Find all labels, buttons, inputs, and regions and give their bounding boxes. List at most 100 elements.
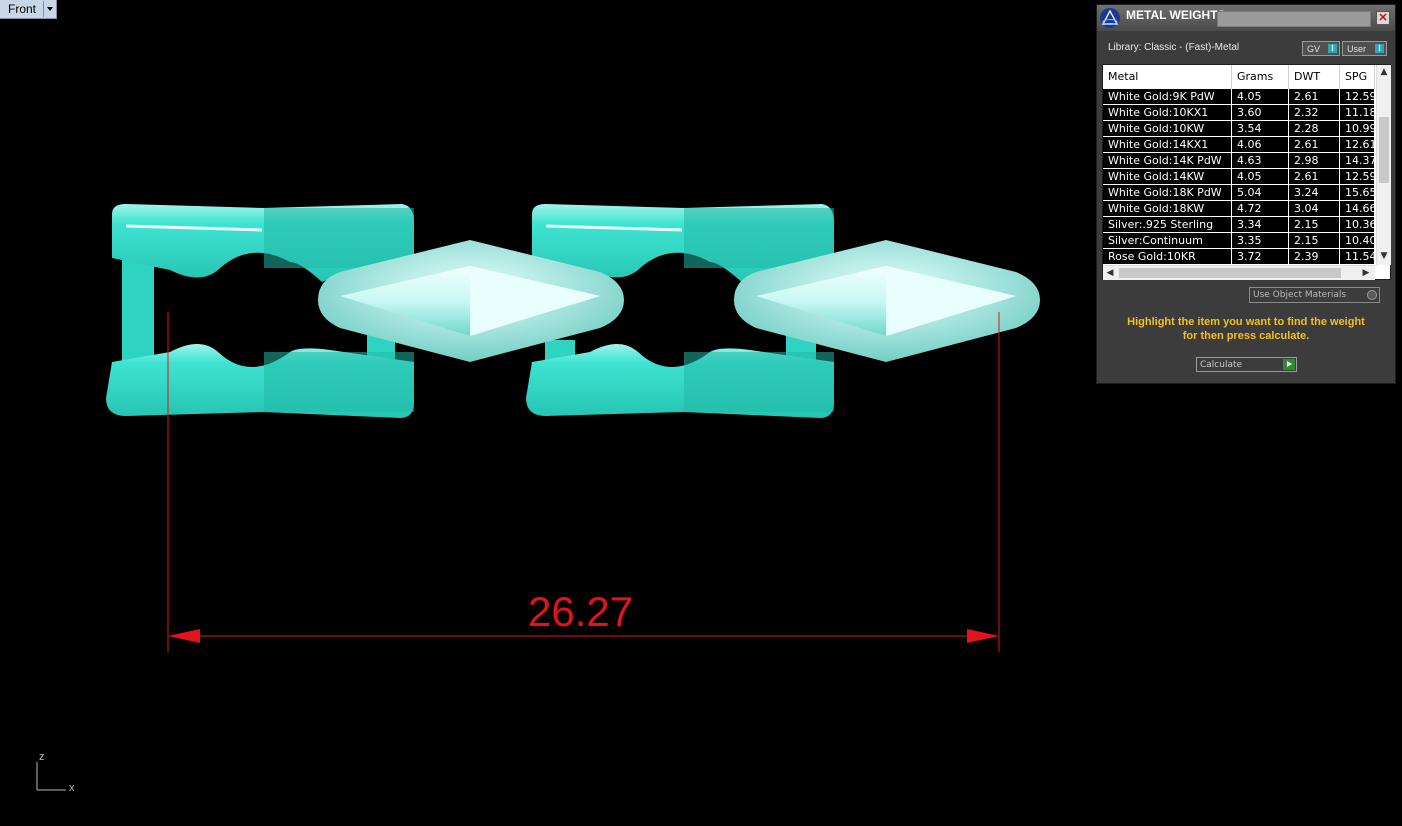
table-cell[interactable]: Silver:.925 Sterling	[1103, 217, 1232, 232]
horizontal-scrollbar[interactable]: ◀ ▶	[1103, 265, 1375, 280]
table-cell[interactable]: 2.39	[1289, 249, 1340, 264]
table-cell[interactable]: 12.61	[1340, 137, 1375, 152]
table-cell[interactable]: 2.98	[1289, 153, 1340, 168]
user-toggle[interactable]: User I	[1342, 41, 1387, 56]
user-toggle-label: User	[1347, 44, 1367, 54]
use-object-materials-label: Use Object Materials	[1253, 290, 1347, 300]
library-label: Library: Classic - (Fast)-Metal	[1108, 42, 1240, 53]
table-cell[interactable]: 12.59	[1340, 89, 1375, 104]
gv-toggle-label: GV	[1307, 44, 1321, 54]
table-row[interactable]: Silver:.925 Sterling 3.34 2.15 10.36	[1103, 217, 1375, 232]
table-cell[interactable]: 2.61	[1289, 137, 1340, 152]
scroll-left-icon[interactable]: ◀	[1103, 266, 1117, 280]
chain-model[interactable]	[0, 0, 1096, 826]
table-cell[interactable]: 4.63	[1232, 153, 1289, 168]
table-cell[interactable]: 10.99	[1340, 121, 1375, 136]
table-body: White Gold:9K PdW 4.05 2.61 12.59 White Gold…	[1103, 89, 1375, 265]
table-cell[interactable]: 10.36	[1340, 217, 1375, 232]
table-cell[interactable]: White Gold:14K PdW	[1103, 153, 1232, 168]
table-cell[interactable]: 2.15	[1289, 217, 1340, 232]
table-row[interactable]: Rose Gold:10KR 3.72 2.39 11.54	[1103, 249, 1375, 264]
instructions-line-1: Highlight the item you want to find the …	[1127, 316, 1365, 328]
table-cell[interactable]: Silver:Continuum	[1103, 233, 1232, 248]
gv-toggle-indicator: I	[1328, 44, 1337, 53]
table-cell[interactable]: 4.06	[1232, 137, 1289, 152]
table-cell[interactable]: 11.18	[1340, 105, 1375, 120]
table-cell[interactable]: Rose Gold:10KR	[1103, 249, 1232, 264]
link-post-left	[122, 258, 154, 362]
matrix-logo-icon	[1100, 8, 1120, 28]
table-cell[interactable]: 2.61	[1289, 169, 1340, 184]
vertical-scrollbar[interactable]: ▲ ▼	[1376, 65, 1391, 265]
table-row[interactable]: White Gold:9K PdW 4.05 2.61 12.59	[1103, 89, 1375, 104]
panel-title: METAL WEIGHTS	[1126, 8, 1226, 22]
scroll-up-icon[interactable]: ▲	[1377, 65, 1391, 79]
table-row[interactable]: White Gold:10KX1 3.60 2.32 11.18	[1103, 105, 1375, 120]
table-cell[interactable]: 14.37	[1340, 153, 1375, 168]
table-cell[interactable]: 2.15	[1289, 233, 1340, 248]
use-object-materials-toggle[interactable]: Use Object Materials	[1249, 287, 1380, 303]
dimension-value: 26.27	[528, 588, 634, 635]
calculate-button[interactable]: Calculate	[1196, 357, 1297, 372]
column-header-spg[interactable]: SPG	[1340, 65, 1375, 89]
metal-weights-panel: METAL WEIGHTS ✕ Library: Classic - (Fast…	[1096, 4, 1396, 384]
table-cell[interactable]: 14.66	[1340, 201, 1375, 216]
panel-drag-handle[interactable]	[1217, 11, 1371, 27]
axis-x-label: x	[69, 782, 75, 794]
table-cell[interactable]: 11.54	[1340, 249, 1375, 264]
table-cell[interactable]: 2.32	[1289, 105, 1340, 120]
table-cell[interactable]: 3.60	[1232, 105, 1289, 120]
radio-icon[interactable]	[1367, 290, 1377, 300]
table-row[interactable]: White Gold:14KX1 4.06 2.61 12.61	[1103, 137, 1375, 152]
panel-title-bar[interactable]: METAL WEIGHTS ✕	[1097, 5, 1395, 31]
table-cell[interactable]: White Gold:10KW	[1103, 121, 1232, 136]
table-cell[interactable]: 4.05	[1232, 89, 1289, 104]
viewport-name[interactable]: Front	[8, 2, 36, 16]
viewport-tab[interactable]: Front	[0, 0, 57, 19]
table-row[interactable]: White Gold:14KW 4.05 2.61 12.59	[1103, 169, 1375, 184]
table-row[interactable]: White Gold:18K PdW 5.04 3.24 15.65	[1103, 185, 1375, 200]
user-toggle-indicator: I	[1375, 44, 1384, 53]
instructions-line-2: for then press calculate.	[1182, 330, 1310, 342]
table-cell[interactable]: 2.28	[1289, 121, 1340, 136]
table-row[interactable]: White Gold:10KW 3.54 2.28 10.99	[1103, 121, 1375, 136]
vertical-scroll-thumb[interactable]	[1379, 117, 1389, 183]
table-row[interactable]: Silver:Continuum 3.35 2.15 10.40	[1103, 233, 1375, 248]
table-cell[interactable]: White Gold:18KW	[1103, 201, 1232, 216]
table-cell[interactable]: 3.35	[1232, 233, 1289, 248]
table-cell[interactable]: 3.72	[1232, 249, 1289, 264]
table-cell[interactable]: 3.34	[1232, 217, 1289, 232]
column-header-dwt[interactable]: DWT	[1289, 65, 1340, 89]
horizontal-scroll-thumb[interactable]	[1119, 268, 1341, 278]
table-cell[interactable]: White Gold:14KW	[1103, 169, 1232, 184]
axis-indicator	[36, 762, 66, 791]
chevron-down-icon[interactable]	[43, 1, 56, 17]
close-icon[interactable]: ✕	[1376, 11, 1390, 25]
table-cell[interactable]: 3.54	[1232, 121, 1289, 136]
scroll-down-icon[interactable]: ▼	[1377, 249, 1391, 263]
table-cell[interactable]: 3.24	[1289, 185, 1340, 200]
table-row[interactable]: White Gold:18KW 4.72 3.04 14.66	[1103, 201, 1375, 216]
table-cell[interactable]: 15.65	[1340, 185, 1375, 200]
table-cell[interactable]: 5.04	[1232, 185, 1289, 200]
table-header: Metal Grams DWT SPG	[1103, 65, 1375, 90]
table-cell[interactable]: 4.72	[1232, 201, 1289, 216]
play-icon[interactable]	[1283, 359, 1295, 370]
table-row[interactable]: White Gold:14K PdW 4.63 2.98 14.37	[1103, 153, 1375, 168]
column-header-metal[interactable]: Metal	[1103, 65, 1232, 89]
table-cell[interactable]: White Gold:18K PdW	[1103, 185, 1232, 200]
scroll-right-icon[interactable]: ▶	[1359, 266, 1373, 280]
table-cell[interactable]: 4.05	[1232, 169, 1289, 184]
table-cell[interactable]: White Gold:10KX1	[1103, 105, 1232, 120]
table-cell[interactable]: 3.04	[1289, 201, 1340, 216]
column-header-grams[interactable]: Grams	[1232, 65, 1289, 89]
axis-z-label: z	[39, 751, 45, 763]
metal-table[interactable]: Metal Grams DWT SPG White Gold:9K PdW 4.0…	[1102, 64, 1391, 280]
table-cell[interactable]: White Gold:14KX1	[1103, 137, 1232, 152]
gv-toggle[interactable]: GV I	[1302, 41, 1340, 56]
instructions-text: Highlight the item you want to find the …	[1097, 315, 1395, 343]
table-cell[interactable]: 2.61	[1289, 89, 1340, 104]
table-cell[interactable]: 12.59	[1340, 169, 1375, 184]
table-cell[interactable]: White Gold:9K PdW	[1103, 89, 1232, 104]
table-cell[interactable]: 10.40	[1340, 233, 1375, 248]
